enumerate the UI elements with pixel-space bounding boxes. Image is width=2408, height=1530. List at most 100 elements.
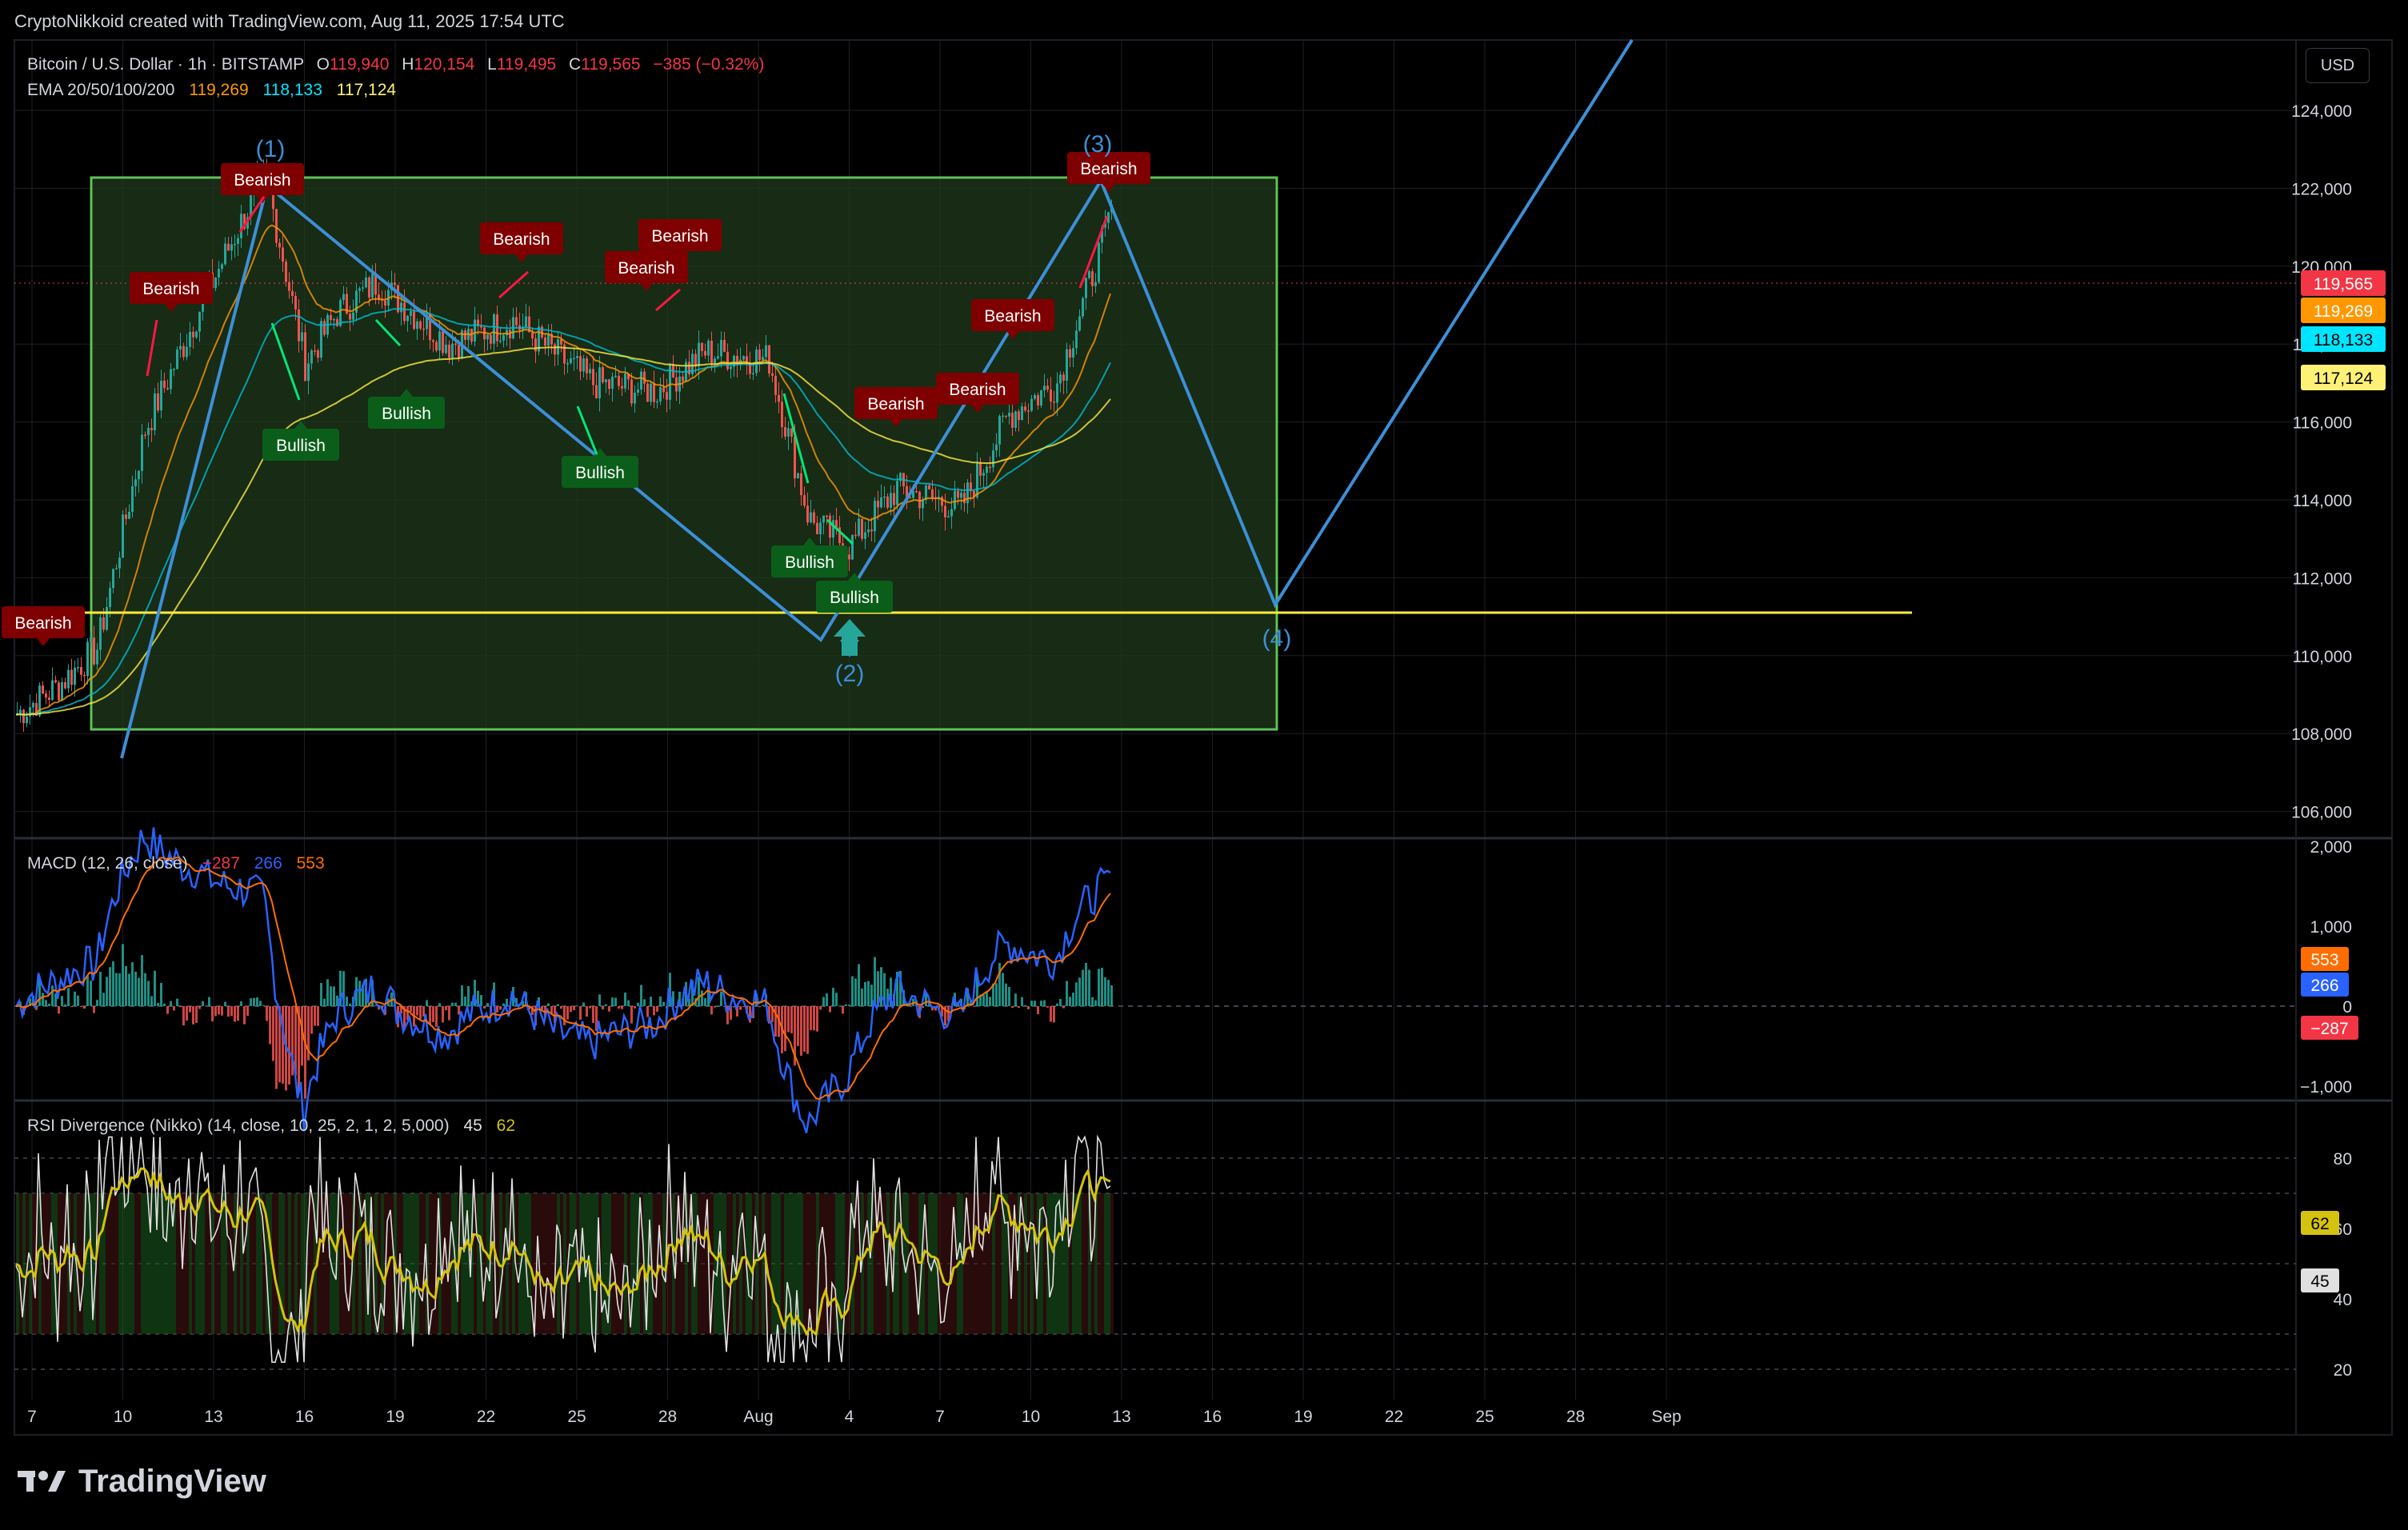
macd-histogram-bar	[650, 997, 652, 1006]
time-tick-label: 28	[1566, 1408, 1585, 1426]
candle-body	[867, 529, 870, 533]
candle-body	[1088, 271, 1090, 278]
candle-body	[566, 363, 569, 365]
macd-histogram-bar	[240, 1001, 242, 1006]
macd-histogram-bar	[282, 1006, 284, 1084]
candle-body	[598, 367, 601, 398]
macd-legend-hist: −287	[202, 854, 240, 873]
rsi-band-segment	[506, 1193, 509, 1334]
macd-histogram-bar	[230, 1006, 233, 1017]
macd-histogram-bar	[973, 1006, 975, 1007]
ema-legend-label: EMA 20/50/100/200	[27, 81, 174, 99]
candle-body	[1098, 242, 1100, 282]
macd-histogram-bar	[118, 973, 121, 1006]
macd-histogram-bar	[86, 976, 89, 1006]
rsi-band-segment	[32, 1193, 35, 1334]
candle-body	[224, 243, 226, 265]
macd-histogram-bar	[154, 970, 156, 1006]
macd-histogram-bar	[96, 1000, 98, 1006]
candle-body	[1034, 395, 1036, 399]
macd-histogram-bar	[266, 1006, 268, 1021]
macd-histogram-bar	[582, 1002, 585, 1006]
macd-histogram-bar	[787, 1006, 790, 1033]
candle-body	[774, 375, 777, 395]
macd-histogram-bar	[432, 1006, 434, 1023]
macd-histogram-bar	[192, 1006, 194, 1025]
time-tick-label: 13	[1112, 1408, 1130, 1426]
currency-button[interactable]: USD	[2306, 48, 2370, 83]
macd-histogram-bar	[80, 1006, 82, 1007]
macd-histogram-bar	[608, 1006, 610, 1012]
price-tick-label: 124,000	[2291, 102, 2352, 121]
ema-legend[interactable]: EMA 20/50/100/200 119,269 118,133 117,12…	[27, 81, 396, 99]
macd-histogram-bar	[563, 1006, 566, 1025]
bullish-tag-label: Bullish	[575, 464, 625, 482]
rsi-band-segment	[758, 1193, 762, 1334]
candle-body	[1024, 406, 1026, 411]
rsi-band-segment	[979, 1193, 982, 1334]
macd-histogram-bar	[1011, 1006, 1014, 1009]
candle-body	[989, 466, 991, 469]
candle-body	[634, 392, 636, 404]
macd-histogram-bar	[1018, 1006, 1020, 1009]
macd-histogram-bar	[560, 1006, 562, 1009]
wave-label-2[interactable]: (2)	[835, 661, 865, 687]
candle-body	[950, 509, 953, 517]
candle-body	[1053, 401, 1055, 403]
candle-body	[176, 349, 178, 370]
rsi-band-segment	[1050, 1193, 1053, 1334]
candle-body	[720, 340, 722, 357]
candle-body	[218, 269, 220, 278]
macd-histogram-bar	[128, 973, 130, 1006]
macd-histogram-bar	[45, 1000, 47, 1006]
candle-body	[234, 243, 236, 246]
rsi-band-segment	[634, 1193, 637, 1334]
macd-histogram-bar	[349, 1003, 351, 1006]
candle-body	[960, 493, 962, 498]
rsi-band-segment	[163, 1193, 166, 1334]
candle-body	[710, 340, 713, 365]
rsi-band-segment	[333, 1193, 336, 1334]
candle-body	[637, 389, 639, 393]
ema20-tag-text: 119,269	[2314, 302, 2373, 321]
candle-body	[595, 385, 598, 398]
candle-body	[1075, 330, 1078, 349]
wave-label-3[interactable]: (3)	[1083, 131, 1113, 158]
macd-histogram-bar	[173, 1006, 175, 1011]
macd-legend-signal: 553	[297, 854, 325, 873]
macd-histogram-bar	[845, 1004, 847, 1006]
candle-body	[154, 393, 156, 430]
candle-body	[931, 489, 934, 498]
macd-histogram-bar	[1098, 969, 1100, 1006]
candle-body	[419, 321, 422, 329]
candle-body	[586, 358, 588, 374]
candle-body	[1005, 415, 1007, 417]
macd-histogram-bar	[1091, 997, 1094, 1006]
macd-histogram-bar	[61, 996, 63, 1006]
macd-histogram-bar	[1085, 962, 1087, 1006]
time-tick-label: 10	[1022, 1408, 1040, 1426]
candle-body	[640, 371, 642, 390]
candle-body	[144, 434, 146, 437]
candle-body	[150, 428, 153, 430]
macd-histogram-bar	[74, 991, 76, 1006]
macd-histogram-bar	[176, 998, 178, 1006]
macd-histogram-bar	[90, 981, 92, 1006]
candle-body	[822, 515, 825, 523]
chart-canvas[interactable]: Bearish Bearish Bearish Bearish Bearish Beari…	[0, 0, 2408, 1526]
candle-body	[93, 637, 95, 665]
candle-body	[67, 669, 70, 689]
rsi-legend[interactable]: RSI Divergence (Nikko) (14, close, 10, 2…	[27, 1117, 515, 1135]
candle-body	[544, 337, 546, 346]
tradingview-logo[interactable]: TradingView	[18, 1459, 266, 1504]
candle-body	[48, 697, 50, 701]
macd-legend[interactable]: MACD (12, 26, close) −287 266 553	[27, 854, 325, 873]
macd-histogram-bar	[115, 973, 118, 1006]
wave-label-1[interactable]: (1)	[256, 136, 286, 162]
macd-histogram-bar	[925, 993, 927, 1006]
macd-histogram-bar	[816, 1006, 818, 1032]
wave-label-4[interactable]: (4)	[1262, 625, 1292, 652]
macd-histogram-bar	[237, 1006, 239, 1021]
time-tick-label: 19	[386, 1408, 404, 1426]
macd-histogram-bar	[106, 977, 108, 1006]
